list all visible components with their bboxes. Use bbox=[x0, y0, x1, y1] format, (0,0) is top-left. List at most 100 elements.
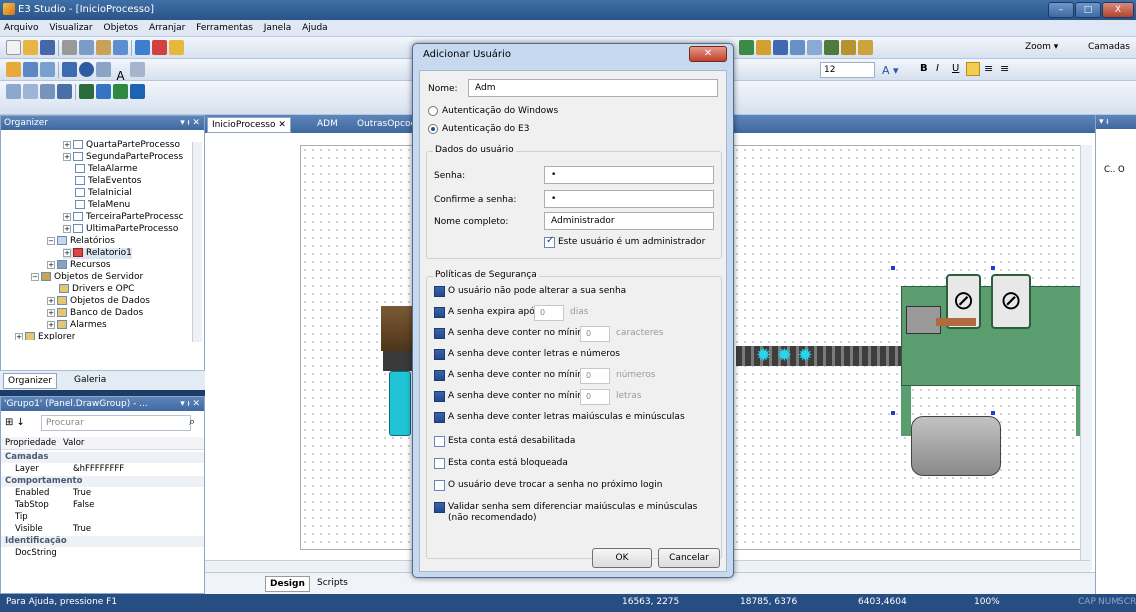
tool-icon[interactable] bbox=[739, 40, 754, 55]
tab-adm[interactable]: ADM bbox=[313, 117, 342, 133]
property-row[interactable]: Visible True bbox=[1, 524, 204, 535]
property-category[interactable]: Camadas bbox=[1, 452, 204, 463]
policy-checkbox[interactable] bbox=[434, 458, 445, 469]
policy-number-input[interactable]: 0 bbox=[580, 326, 610, 342]
tool-icon[interactable] bbox=[773, 40, 788, 55]
tool-icon[interactable] bbox=[824, 40, 839, 55]
selection-handle[interactable] bbox=[891, 266, 895, 270]
policy-checkbox[interactable] bbox=[434, 370, 445, 381]
open-icon[interactable] bbox=[23, 40, 38, 55]
auth-e3-label[interactable]: Autenticação do E3 bbox=[442, 124, 529, 134]
align-right-icon[interactable]: ≡ bbox=[1000, 62, 1009, 75]
control-icon[interactable] bbox=[40, 62, 55, 77]
tree-item[interactable]: + TerceiraParteProcessc bbox=[63, 212, 184, 223]
selection-handle[interactable] bbox=[991, 411, 995, 415]
control-icon[interactable] bbox=[6, 62, 21, 77]
tree-item[interactable]: + Relatorio1 bbox=[63, 248, 132, 259]
policy-label[interactable]: Validar senha sem diferenciar maiúsculas… bbox=[448, 502, 703, 524]
sort-icon[interactable]: ⊞ ↓ bbox=[5, 415, 35, 431]
property-row[interactable]: Layer &hFFFFFFFF bbox=[1, 464, 204, 475]
run-icon[interactable] bbox=[152, 40, 167, 55]
bold-icon[interactable]: B bbox=[920, 63, 928, 74]
font-color-icon[interactable]: A ▾ bbox=[882, 64, 899, 77]
name-input[interactable]: Adm bbox=[468, 79, 718, 97]
grid-tool-icon[interactable] bbox=[96, 62, 111, 77]
policy-checkbox[interactable] bbox=[434, 436, 445, 447]
line-style-icon[interactable] bbox=[57, 84, 72, 99]
tool-icon[interactable] bbox=[807, 40, 822, 55]
policy-checkbox[interactable] bbox=[434, 286, 445, 297]
property-value[interactable]: True bbox=[73, 524, 91, 535]
menu-janela[interactable]: Janela bbox=[260, 20, 295, 37]
control-icon[interactable] bbox=[23, 62, 38, 77]
shape-icon[interactable] bbox=[96, 84, 111, 99]
policy-label[interactable]: A senha deve conter letras maiúsculas e … bbox=[448, 412, 685, 422]
policy-checkbox[interactable] bbox=[434, 328, 445, 339]
tab-organizer[interactable]: Organizer bbox=[3, 373, 58, 389]
maximize-button[interactable]: □ bbox=[1075, 2, 1101, 18]
search-icon[interactable]: ⌕ bbox=[189, 415, 195, 429]
tab-galeria[interactable]: Galeria bbox=[70, 373, 110, 389]
shape-icon[interactable] bbox=[79, 84, 94, 99]
tool-icon[interactable] bbox=[858, 40, 873, 55]
cut-icon[interactable] bbox=[62, 40, 77, 55]
radio-tool-icon[interactable] bbox=[79, 62, 94, 77]
tool-icon[interactable] bbox=[790, 40, 805, 55]
property-value[interactable]: True bbox=[73, 488, 91, 499]
undo-icon[interactable] bbox=[113, 40, 128, 55]
tool-icon[interactable] bbox=[756, 40, 771, 55]
line-tool-icon[interactable] bbox=[23, 84, 38, 99]
policy-label[interactable]: A senha deve conter no mínimo bbox=[448, 391, 592, 401]
property-search-input[interactable]: Procurar bbox=[41, 415, 191, 431]
tree-item[interactable]: TelaEventos bbox=[75, 176, 142, 187]
control-icon[interactable] bbox=[130, 62, 145, 77]
auth-windows-radio[interactable] bbox=[428, 106, 438, 116]
tab-design[interactable]: Design bbox=[265, 576, 310, 592]
zoom-dropdown[interactable]: Zoom ▾ bbox=[1025, 42, 1058, 52]
menu-arquivo[interactable]: Arquivo bbox=[0, 20, 42, 37]
menu-arranjar[interactable]: Arranjar bbox=[145, 20, 189, 37]
close-button[interactable]: X bbox=[1102, 2, 1134, 18]
policy-label[interactable]: A senha deve conter letras e números bbox=[448, 349, 620, 359]
admin-label[interactable]: Este usuário é um administrador bbox=[558, 237, 705, 247]
menu-ferramentas[interactable]: Ferramentas bbox=[192, 20, 257, 37]
policy-checkbox[interactable] bbox=[434, 307, 445, 318]
property-value[interactable]: False bbox=[73, 500, 94, 511]
policy-label[interactable]: A senha deve conter no mínimo bbox=[448, 370, 592, 380]
new-icon[interactable] bbox=[6, 40, 21, 55]
property-category[interactable]: Comportamento bbox=[1, 476, 204, 487]
tree-item[interactable]: + UltimaParteProcesso bbox=[63, 224, 178, 235]
tree-item[interactable]: + QuartaParteProcesso bbox=[63, 140, 180, 151]
property-value[interactable]: &hFFFFFFFF bbox=[73, 464, 124, 475]
ok-button[interactable]: OK bbox=[592, 548, 652, 568]
tree-item[interactable]: TelaInicial bbox=[75, 188, 132, 199]
paste-icon[interactable] bbox=[96, 40, 111, 55]
policy-checkbox[interactable] bbox=[434, 391, 445, 402]
confirm-input[interactable]: • bbox=[544, 190, 714, 208]
tool-icon[interactable] bbox=[841, 40, 856, 55]
font-size-select[interactable]: 12 bbox=[820, 62, 875, 78]
tree-item[interactable]: + Alarmes bbox=[47, 320, 107, 331]
property-category[interactable]: Identificação bbox=[1, 536, 204, 547]
screen-icon[interactable] bbox=[135, 40, 150, 55]
cyan-cylinder[interactable] bbox=[389, 371, 411, 436]
policy-checkbox[interactable] bbox=[434, 480, 445, 491]
policy-number-input[interactable]: 0 bbox=[580, 389, 610, 405]
tree-item[interactable]: − Relatórios bbox=[47, 236, 115, 247]
underline-icon[interactable]: U bbox=[952, 63, 959, 74]
cancel-button[interactable]: Cancelar bbox=[658, 548, 720, 568]
policy-number-input[interactable]: 0 bbox=[534, 305, 564, 321]
policy-label[interactable]: O usuário não pode alterar a sua senha bbox=[448, 286, 626, 296]
tree-item[interactable]: + Recursos bbox=[47, 260, 111, 271]
machine-part[interactable] bbox=[383, 351, 413, 371]
selection-handle[interactable] bbox=[891, 411, 895, 415]
tree-item[interactable]: + Explorer bbox=[15, 332, 75, 340]
policy-checkbox[interactable] bbox=[434, 502, 445, 513]
property-row[interactable]: Tip bbox=[1, 512, 204, 523]
tree-item[interactable]: TelaAlarme bbox=[75, 164, 138, 175]
canvas-vscroll[interactable] bbox=[1080, 145, 1092, 570]
organizer-scrollbar[interactable] bbox=[192, 142, 202, 342]
policy-label[interactable]: Esta conta está desabilitada bbox=[448, 436, 575, 446]
minimize-button[interactable]: – bbox=[1048, 2, 1074, 18]
tab-scripts[interactable]: Scripts bbox=[313, 576, 352, 592]
